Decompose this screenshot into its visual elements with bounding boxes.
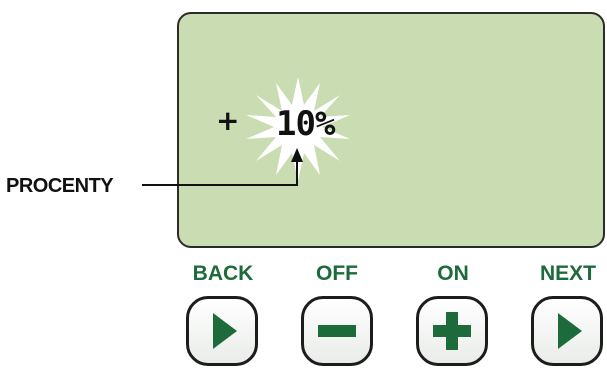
play-right-icon (213, 313, 237, 349)
procenty-callout-label: PROCENTY (6, 175, 114, 197)
play-right-icon (558, 313, 582, 349)
off-button[interactable] (301, 296, 373, 366)
next-label: NEXT (539, 262, 596, 285)
lcd-plus-indicator: + (216, 104, 240, 137)
percentage-value: 10% (276, 104, 335, 144)
on-label: ON (437, 262, 469, 285)
back-button[interactable] (186, 296, 258, 366)
off-label: OFF (316, 262, 358, 285)
on-button[interactable] (416, 296, 488, 366)
lcd-display (177, 12, 605, 248)
minus-icon (318, 325, 356, 337)
next-button[interactable] (531, 296, 603, 366)
plus-icon (433, 312, 471, 350)
back-label: BACK (192, 262, 254, 285)
